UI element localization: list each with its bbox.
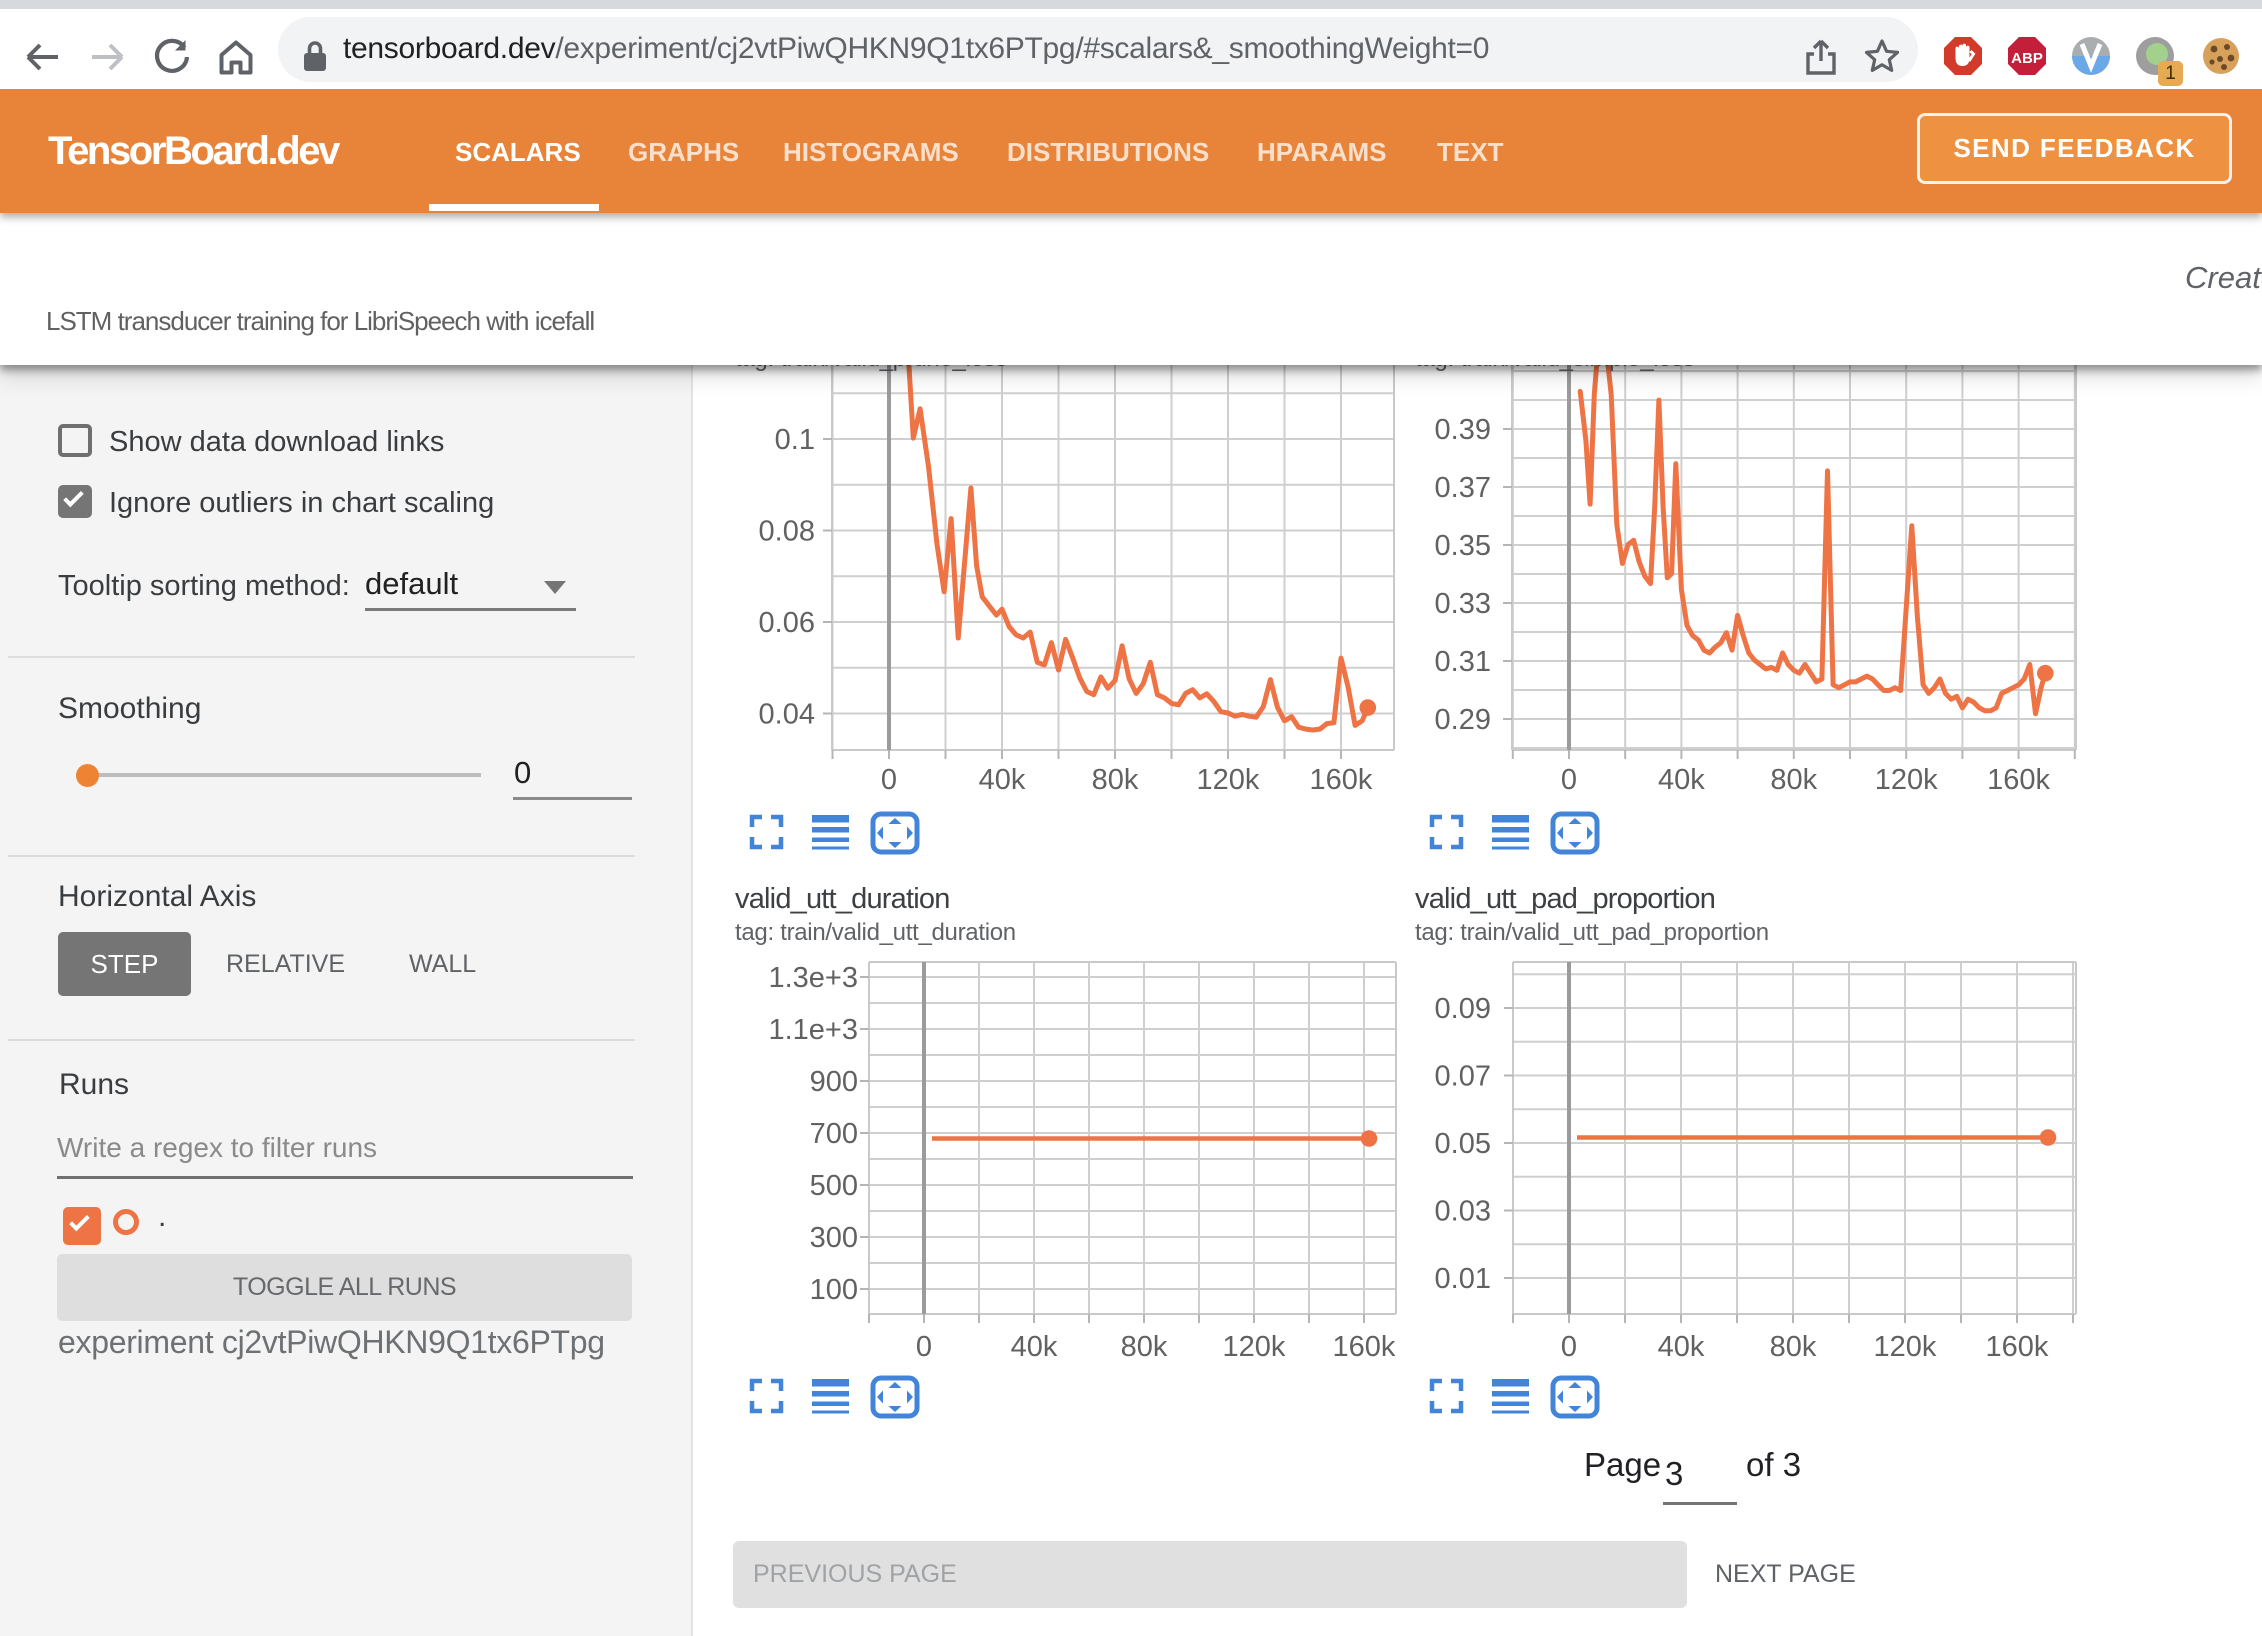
- svg-text:120k: 120k: [1875, 764, 1938, 796]
- svg-text:900: 900: [810, 1066, 858, 1098]
- svg-text:100: 100: [810, 1274, 858, 1306]
- svg-text:40k: 40k: [1658, 764, 1705, 796]
- svg-text:0.05: 0.05: [1435, 1128, 1491, 1160]
- svg-text:80k: 80k: [1770, 1331, 1817, 1363]
- svg-text:tag: train/valid_utt_pad_propo: tag: train/valid_utt_pad_proportion: [1415, 919, 1769, 946]
- svg-text:1.3e+3: 1.3e+3: [768, 962, 858, 994]
- svg-text:40k: 40k: [1658, 1331, 1705, 1363]
- svg-text:80k: 80k: [1770, 764, 1817, 796]
- svg-text:1.1e+3: 1.1e+3: [768, 1014, 858, 1046]
- svg-text:160k: 160k: [1333, 1331, 1396, 1363]
- svg-text:0.04: 0.04: [759, 699, 815, 731]
- svg-text:tag: train/valid_utt_duration: tag: train/valid_utt_duration: [735, 919, 1016, 946]
- svg-text:0: 0: [1561, 1331, 1577, 1363]
- svg-text:120k: 120k: [1197, 764, 1260, 796]
- svg-text:700: 700: [810, 1118, 858, 1150]
- svg-text:0.06: 0.06: [759, 607, 815, 639]
- svg-text:0.07: 0.07: [1435, 1061, 1491, 1093]
- svg-text:0.33: 0.33: [1435, 588, 1491, 620]
- svg-text:0.08: 0.08: [759, 516, 815, 548]
- svg-text:80k: 80k: [1121, 1331, 1168, 1363]
- svg-text:160k: 160k: [1987, 764, 2050, 796]
- svg-text:300: 300: [810, 1222, 858, 1254]
- svg-text:0.37: 0.37: [1435, 472, 1491, 504]
- svg-text:0: 0: [916, 1331, 932, 1363]
- svg-text:valid_utt_duration: valid_utt_duration: [735, 883, 950, 915]
- svg-text:0.03: 0.03: [1435, 1196, 1491, 1228]
- svg-text:0.31: 0.31: [1435, 646, 1491, 678]
- svg-text:160k: 160k: [1986, 1331, 2049, 1363]
- svg-text:160k: 160k: [1310, 764, 1373, 796]
- svg-text:0.09: 0.09: [1435, 993, 1491, 1025]
- svg-text:500: 500: [810, 1170, 858, 1202]
- svg-text:0: 0: [881, 764, 897, 796]
- svg-text:0.1: 0.1: [775, 424, 815, 456]
- svg-text:80k: 80k: [1092, 764, 1139, 796]
- svg-text:0: 0: [1561, 764, 1577, 796]
- svg-text:0.35: 0.35: [1435, 530, 1491, 562]
- svg-text:0.29: 0.29: [1435, 704, 1491, 736]
- svg-text:40k: 40k: [1011, 1331, 1058, 1363]
- svg-text:0.39: 0.39: [1435, 414, 1491, 446]
- svg-text:120k: 120k: [1874, 1331, 1937, 1363]
- svg-text:0.01: 0.01: [1435, 1263, 1491, 1295]
- svg-text:valid_utt_pad_proportion: valid_utt_pad_proportion: [1415, 883, 1715, 915]
- svg-text:ABP: ABP: [2011, 50, 2043, 67]
- svg-text:120k: 120k: [1223, 1331, 1286, 1363]
- svg-text:40k: 40k: [979, 764, 1026, 796]
